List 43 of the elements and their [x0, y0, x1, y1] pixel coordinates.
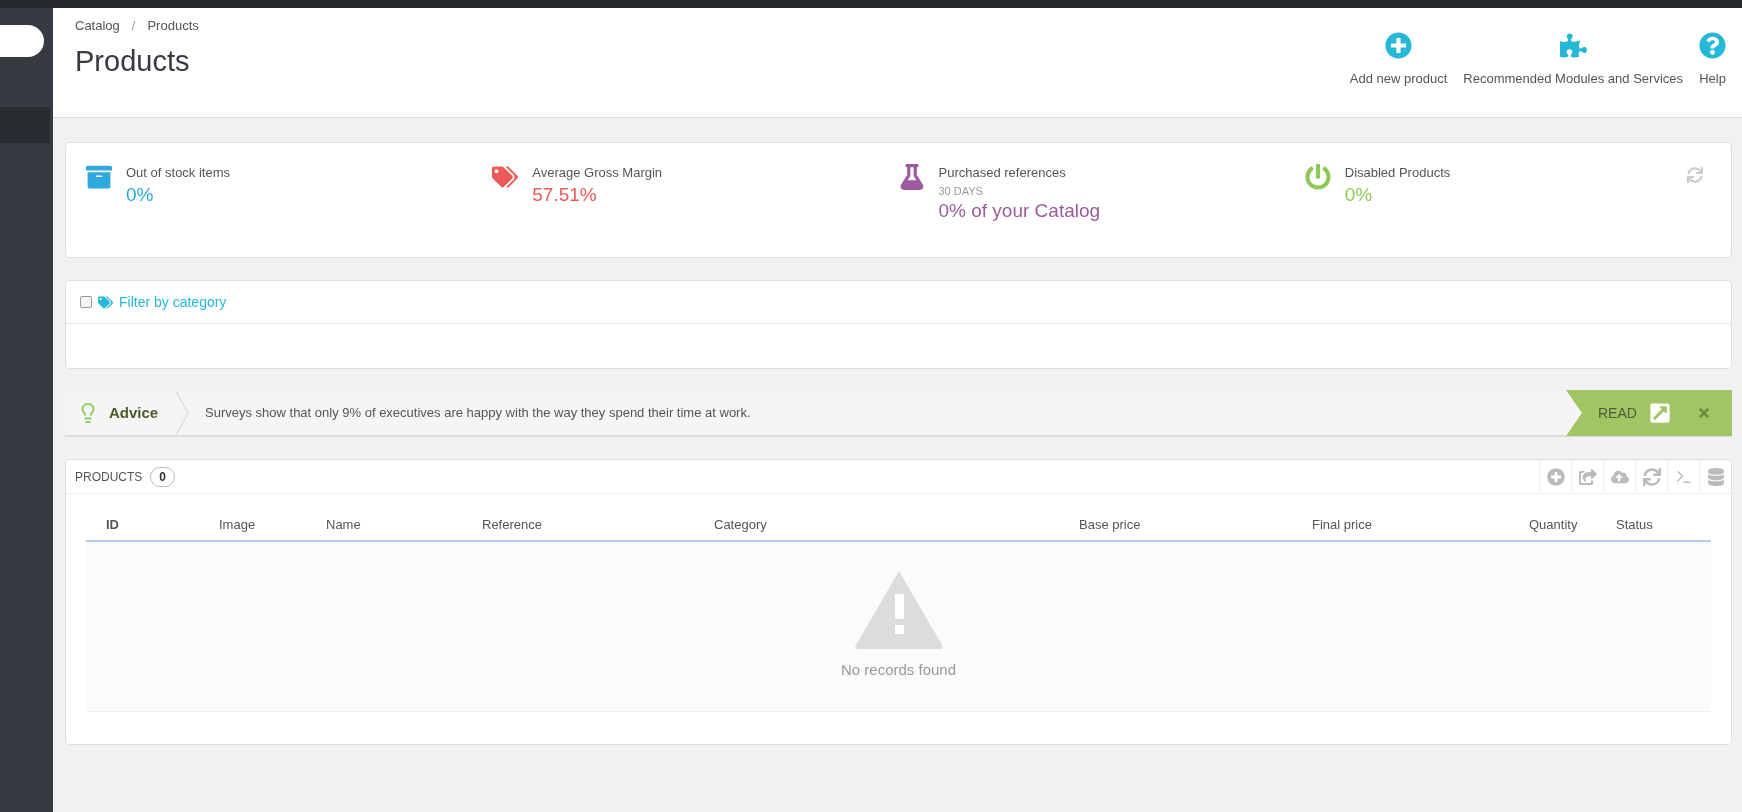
column-header: Image [218, 516, 257, 535]
kpi-label: Disabled Products [1344, 164, 1451, 182]
column-header: Base price [1078, 516, 1142, 535]
column-header: Category [713, 516, 768, 535]
sidebar-toggle[interactable] [0, 25, 44, 57]
close-icon[interactable] [1696, 406, 1711, 420]
share-icon [1578, 467, 1597, 486]
kpi-label: Out of stock items [126, 164, 231, 182]
column-header: Reference [481, 516, 543, 535]
advice-text: Surveys show that only 9% of executives are happy with the way they spend their time at work. [205, 404, 752, 423]
filter-checkbox[interactable] [80, 296, 92, 308]
kpi-label: Average Gross Margin [532, 164, 663, 182]
read-button[interactable]: READ [1598, 402, 1671, 424]
kpi-label: Purchased references [938, 164, 1067, 182]
column-header: Status [1615, 516, 1654, 535]
page-title: Products [75, 43, 191, 79]
database-icon [1706, 467, 1725, 486]
breadcrumb-link[interactable]: Catalog [75, 16, 120, 36]
add-icon [1385, 32, 1413, 59]
toolbar-button[interactable]: Add new product [1349, 32, 1448, 98]
column-header: ID [105, 516, 120, 535]
kpi-value: 57.51% [532, 182, 598, 207]
puzzle-icon [1559, 32, 1587, 59]
help-icon [1699, 32, 1726, 59]
external-link-icon [1648, 402, 1671, 424]
kpi-value: 0% [126, 182, 155, 207]
column-header: Final price [1311, 516, 1373, 535]
kpi-value: 0% of your Catalog [938, 199, 1101, 223]
refresh-icon[interactable] [1687, 167, 1703, 183]
kpi-sublabel: 30 DAYS [938, 183, 984, 199]
column-header: Name [325, 516, 362, 535]
tags-icon [98, 294, 113, 310]
breadcrumb-separator: / [131, 17, 136, 35]
advice-title: Advice [109, 402, 159, 423]
add-icon [1546, 467, 1565, 486]
column-header: Quantity [1528, 516, 1579, 535]
toolbar-button[interactable]: Recommended Modules and Services [1463, 32, 1683, 98]
empty-message: No records found [840, 660, 957, 680]
breadcrumb-current: Products [147, 17, 199, 35]
toolbar-button[interactable]: Help [1699, 32, 1726, 98]
kpi-value: 0% [1344, 182, 1374, 207]
panel-title: PRODUCTS [75, 468, 143, 486]
refresh-icon [1642, 467, 1661, 486]
